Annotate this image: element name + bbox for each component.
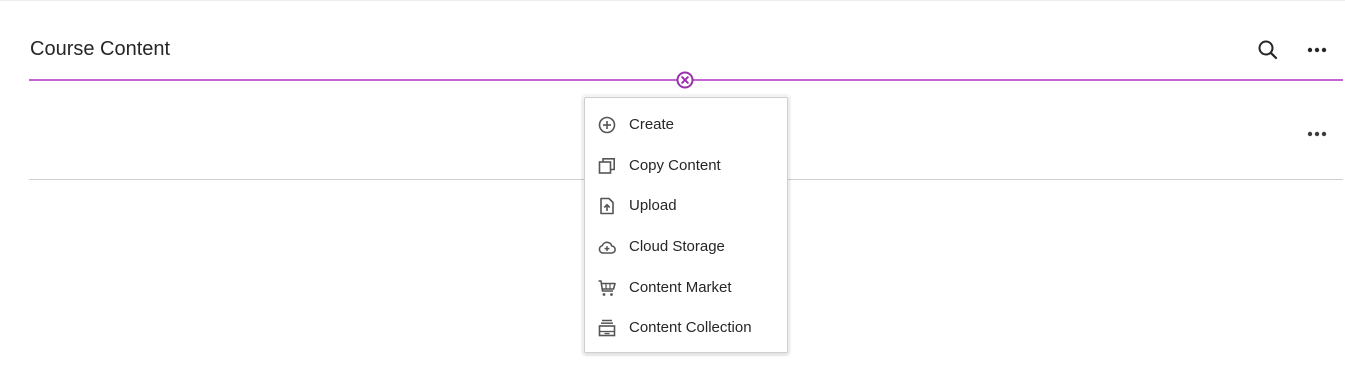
cloud-storage-icon	[597, 237, 617, 257]
row-more-button[interactable]	[1303, 120, 1331, 148]
cart-icon	[597, 278, 617, 298]
menu-item-content-market[interactable]: Content Market	[585, 270, 787, 306]
top-divider	[0, 0, 1345, 1]
more-options-icon	[1307, 131, 1327, 137]
menu-item-label: Upload	[629, 197, 677, 214]
menu-item-label: Cloud Storage	[629, 238, 725, 255]
menu-item-cloud-storage[interactable]: Cloud Storage	[585, 229, 787, 265]
menu-item-content-collection[interactable]: Content Collection	[585, 310, 787, 346]
menu-item-upload[interactable]: Upload	[585, 188, 787, 224]
search-icon	[1258, 40, 1278, 60]
collection-icon	[597, 318, 617, 338]
page-title: Course Content	[30, 38, 171, 60]
menu-item-label: Content Collection	[629, 319, 752, 336]
menu-item-label: Content Market	[629, 279, 732, 296]
add-content-menu: Create Copy Content Upload Cloud Storage…	[584, 97, 788, 353]
menu-item-create[interactable]: Create	[585, 107, 787, 143]
copy-icon	[597, 156, 617, 176]
more-options-icon	[1307, 47, 1327, 53]
plus-circle-icon	[597, 115, 617, 135]
upload-icon	[597, 196, 617, 216]
menu-item-copy-content[interactable]: Copy Content	[585, 148, 787, 184]
course-content-more-button[interactable]	[1303, 36, 1331, 64]
search-button[interactable]	[1254, 36, 1282, 64]
menu-item-label: Copy Content	[629, 157, 721, 174]
menu-item-label: Create	[629, 116, 675, 133]
course-content-page: Course Content Create Copy Content Uploa…	[0, 0, 1345, 379]
